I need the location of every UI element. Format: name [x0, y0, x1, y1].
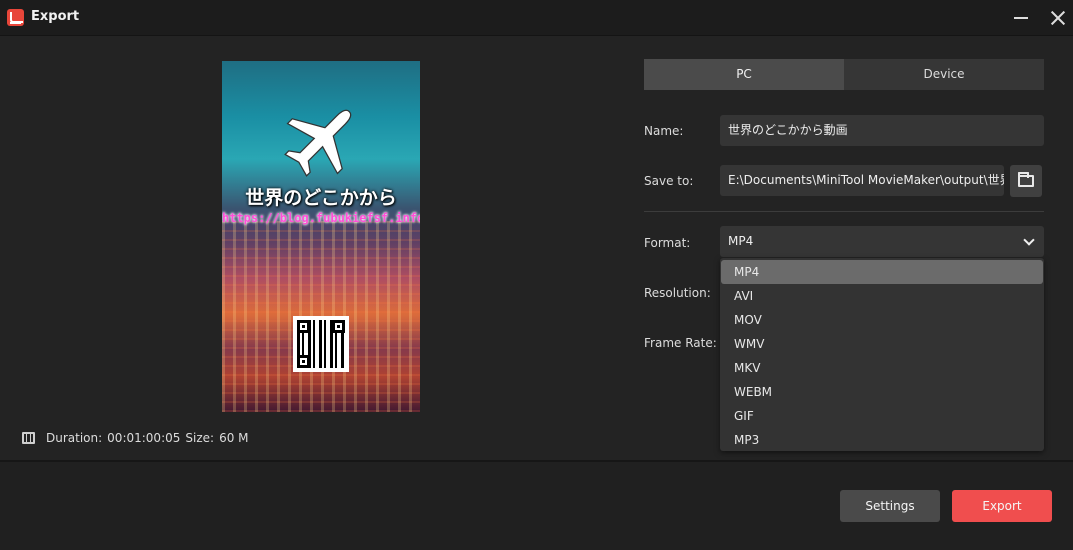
app-logo-icon — [7, 9, 24, 26]
preview-url-text: https://blog.fubukiefsf.info — [222, 211, 420, 225]
format-option-avi[interactable]: AVI — [721, 284, 1043, 308]
airplane-icon — [284, 109, 352, 177]
format-option-mp3[interactable]: MP3 — [721, 428, 1043, 452]
format-option-mp4[interactable]: MP4 — [721, 260, 1043, 284]
film-icon — [22, 432, 35, 444]
name-field[interactable] — [720, 115, 1044, 146]
settings-button[interactable]: Settings — [840, 490, 940, 522]
media-info: Duration: 00:01:00:05 Size: 60 M — [22, 430, 254, 446]
preview-title-text: 世界のどこかから — [245, 187, 397, 209]
format-option-mov[interactable]: MOV — [721, 308, 1043, 332]
title-bar: Export — [0, 0, 1073, 36]
duration-label: Duration: — [46, 431, 103, 445]
save-path-field[interactable]: E:\Documents\MiniTool MovieMaker\output\… — [720, 165, 1004, 196]
format-option-wmv[interactable]: WMV — [721, 332, 1043, 356]
resolution-label: Resolution: — [644, 286, 711, 300]
size-value: 60 M — [219, 431, 249, 445]
minimize-icon[interactable] — [1009, 6, 1033, 30]
export-target-tabs: PC Device — [644, 59, 1044, 90]
format-option-gif[interactable]: GIF — [721, 404, 1043, 428]
close-icon[interactable] — [1046, 6, 1070, 30]
section-divider — [644, 211, 1044, 212]
format-option-webm[interactable]: WEBM — [721, 380, 1043, 404]
qr-code — [293, 316, 349, 372]
format-option-mkv[interactable]: MKV — [721, 356, 1043, 380]
duration-value: 00:01:00:05 — [107, 431, 181, 445]
video-preview: 世界のどこかから https://blog.fubukiefsf.info — [222, 61, 420, 412]
name-label: Name: — [644, 124, 684, 138]
browse-folder-button[interactable] — [1010, 165, 1042, 197]
save-to-label: Save to: — [644, 174, 694, 188]
tab-device[interactable]: Device — [844, 59, 1044, 90]
format-label: Format: — [644, 236, 691, 250]
export-button[interactable]: Export — [952, 490, 1052, 522]
format-dropdown-menu: MP4 AVI MOV WMV MKV WEBM GIF MP3 — [720, 258, 1044, 451]
frame-rate-label: Frame Rate: — [644, 336, 717, 350]
tab-pc[interactable]: PC — [644, 59, 844, 90]
folder-icon — [1018, 172, 1034, 187]
format-select[interactable]: MP4 — [720, 226, 1044, 257]
size-label: Size: — [185, 431, 215, 445]
window-title: Export — [31, 9, 80, 24]
